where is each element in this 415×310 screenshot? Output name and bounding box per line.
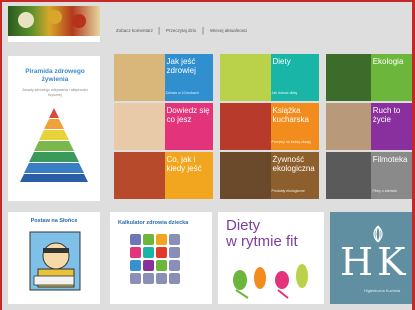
tile-jak-jesc-zdrowiej[interactable]: Jak jeść zdrowiej Zdrowo w 10 krokach (114, 54, 215, 101)
pyramid-graphic (20, 108, 88, 182)
calc-button-icon[interactable] (143, 234, 154, 245)
tile-label: Ruch to życie (370, 103, 412, 150)
tile-label: Co, jak i kiedy jeść (164, 152, 213, 199)
calc-button-icon[interactable] (130, 234, 141, 245)
sun-illustration (29, 231, 81, 291)
calc-button-icon[interactable] (130, 260, 141, 271)
tile-photo (220, 103, 271, 150)
sun-card[interactable]: Postaw na Słońce (8, 212, 100, 304)
tile-photo (220, 152, 271, 199)
nav-separator: | (158, 26, 161, 35)
tile-photo (326, 152, 371, 199)
tile-sub: Przepisy na każdą okazję (271, 140, 312, 144)
nav-separator: | (202, 26, 205, 35)
tile-photo (326, 103, 371, 150)
calc-button-icon[interactable] (130, 273, 141, 284)
hk-logo-letters: HK (340, 240, 410, 284)
calc-button-icon[interactable] (156, 247, 167, 258)
calculator-title: Kalkulator zdrowia dziecka (118, 220, 189, 226)
tile-diety[interactable]: Diety Jak dobrać dietę (220, 54, 321, 101)
tile-ruch-to-zycie[interactable]: Ruch to życie (326, 103, 412, 150)
tile-ksiazka-kucharska[interactable]: Książka kucharska Przepisy na każdą okaz… (220, 103, 321, 150)
calc-button-icon[interactable] (143, 247, 154, 258)
fruit-image-card[interactable] (8, 6, 100, 42)
calc-button-icon[interactable] (156, 273, 167, 284)
tile-sub: Zdrowo w 10 krokach (165, 91, 199, 95)
calc-button-icon[interactable] (156, 260, 167, 271)
vegetable-characters-illustration (233, 264, 308, 299)
tile-label: Ekologia (370, 54, 412, 101)
tile-co-jak-kiedy[interactable]: Co, jak i kiedy jeść (114, 152, 215, 199)
tile-ekologia[interactable]: Ekologia (326, 54, 412, 101)
tile-photo (114, 54, 165, 101)
hk-logo-card[interactable]: HK Higieniczna Kuchnia (330, 212, 415, 304)
calc-button-icon[interactable] (169, 247, 180, 258)
tile-sub: Jak dobrać dietę (271, 91, 298, 95)
diet-fit-card[interactable]: Diety w rytmie fit (218, 212, 324, 304)
tile-photo (114, 152, 165, 199)
hk-caption: Higieniczna Kuchnia (364, 288, 401, 293)
calc-button-icon[interactable] (156, 234, 167, 245)
calc-button-icon[interactable] (130, 247, 141, 258)
calc-button-icon[interactable] (143, 273, 154, 284)
tile-filmoteka[interactable]: Filmoteka Filmy o zdrowiu (326, 152, 412, 199)
nav-link[interactable]: Zobacz komentarz (116, 28, 153, 33)
tile-dowiedz-sie[interactable]: Dowiedz się co jesz (114, 103, 215, 150)
food-pyramid-card[interactable]: Piramida zdrowego żywienia Zasady zdrowe… (8, 56, 100, 201)
nav-link[interactable]: Przeczytaj dzis (166, 28, 196, 33)
calc-button-icon[interactable] (143, 260, 154, 271)
tile-sub: Filmy o zdrowiu (372, 189, 397, 193)
calc-button-icon[interactable] (169, 273, 180, 284)
tile-zywnosc-ekologiczna[interactable]: Żywność ekologiczna Produkty ekologiczne (220, 152, 321, 199)
calculator-grid (130, 234, 192, 296)
calculator-card[interactable]: Kalkulator zdrowia dziecka (110, 212, 212, 304)
fruit-shape (72, 14, 86, 28)
nav-link[interactable]: Wiecej aktualnosci (210, 28, 247, 33)
tile-photo (220, 54, 271, 101)
tile-photo (114, 103, 165, 150)
tile-sub: Produkty ekologiczne (271, 189, 305, 193)
calc-button-icon[interactable] (169, 234, 180, 245)
tile-label: Dowiedz się co jesz (164, 103, 213, 150)
fruit-shape (48, 10, 62, 24)
tile-photo (326, 54, 371, 101)
calc-button-icon[interactable] (169, 260, 180, 271)
fruit-bowl-shape (18, 12, 34, 28)
